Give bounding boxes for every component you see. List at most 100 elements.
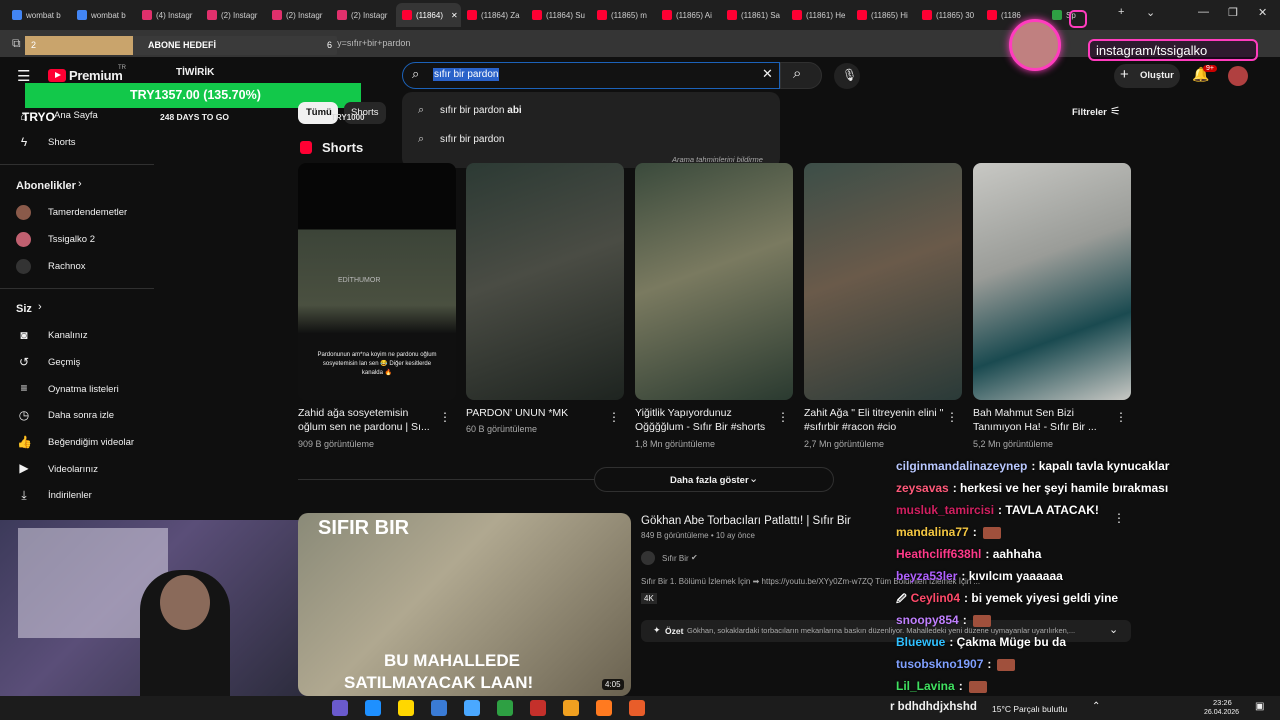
short-thumbnail[interactable] bbox=[466, 163, 624, 400]
restore-icon[interactable]: ❐ bbox=[1228, 6, 1238, 19]
notification-icon[interactable]: ▣ bbox=[1255, 701, 1264, 712]
weather-widget[interactable]: 15°C Parçalı bulutlu bbox=[992, 704, 1067, 714]
taskbar-app-icon[interactable] bbox=[398, 700, 414, 716]
more-options-icon[interactable]: ⋮ bbox=[439, 410, 451, 424]
channel-avatar bbox=[16, 205, 31, 220]
clock-time[interactable]: 23:26 bbox=[1213, 698, 1232, 707]
taskbar-app-icon[interactable] bbox=[596, 700, 612, 716]
channel-avatar[interactable] bbox=[641, 551, 655, 565]
your-videos-icon[interactable]: ▶ bbox=[17, 461, 31, 475]
browser-tab[interactable]: (2) Instagr bbox=[201, 3, 266, 27]
playlists-icon[interactable]: ≡ bbox=[17, 381, 31, 395]
close-window-icon[interactable]: ✕ bbox=[1258, 6, 1267, 19]
browser-tab[interactable]: (11861) He bbox=[786, 3, 851, 27]
filters-label[interactable]: Filtreler bbox=[1072, 107, 1107, 118]
downloads-icon[interactable]: ⤓ bbox=[17, 488, 31, 503]
you-heading[interactable]: Siz bbox=[16, 303, 32, 315]
browser-tab[interactable]: (11865) Ai bbox=[656, 3, 721, 27]
sidebar-item-history[interactable]: Geçmiş bbox=[48, 357, 80, 368]
short-thumbnail[interactable]: EDİTHUMOR Pardonunun am*na koyim ne pard… bbox=[298, 163, 456, 400]
browser-tab[interactable]: (11864) Su bbox=[526, 3, 591, 27]
browser-tab[interactable]: (11865) m bbox=[591, 3, 656, 27]
sidebar-item-downloads[interactable]: İndirilenler bbox=[48, 490, 92, 501]
taskbar-app-icon[interactable] bbox=[464, 700, 480, 716]
sidebar-item-watch-later[interactable]: Daha sonra izle bbox=[48, 410, 114, 421]
browser-tab[interactable]: (4) Instagr bbox=[136, 3, 201, 27]
browser-tab[interactable]: (11864) ✕ bbox=[396, 3, 461, 27]
tab-favicon-icon bbox=[337, 10, 347, 20]
taskbar-app-icon[interactable] bbox=[563, 700, 579, 716]
short-title[interactable]: PARDON' UNUN *MK bbox=[466, 406, 606, 420]
channel-avatar bbox=[16, 232, 31, 247]
youtube-logo-icon[interactable] bbox=[48, 69, 66, 82]
create-button[interactable]: + Oluştur bbox=[1114, 64, 1180, 88]
show-more-button[interactable]: Daha fazla göster ⌄ bbox=[594, 467, 834, 492]
chat-text: : bbox=[962, 613, 967, 627]
close-tab-icon[interactable]: ✕ bbox=[451, 11, 458, 20]
short-title[interactable]: Zahid ağa sosyetemisin oğlum sen ne pard… bbox=[298, 406, 438, 434]
sidebar-item-home[interactable]: Ana Sayfa bbox=[54, 110, 98, 121]
taskbar-app-icon[interactable] bbox=[530, 700, 546, 716]
short-thumbnail[interactable] bbox=[635, 163, 793, 400]
clock-date[interactable]: 26.04.2026 bbox=[1204, 709, 1239, 716]
short-title[interactable]: Yiğitlik Yapıyordunuz Oğğğğlum - Sıfır B… bbox=[635, 406, 775, 434]
sidebar-item-liked[interactable]: Beğendiğim videolar bbox=[48, 437, 134, 448]
browser-tab[interactable]: wombat b bbox=[71, 3, 136, 27]
tab-list-chevron-icon[interactable]: ⌄ bbox=[1146, 6, 1155, 19]
more-options-icon[interactable]: ⋮ bbox=[777, 410, 789, 424]
taskbar-app-icon[interactable] bbox=[431, 700, 447, 716]
new-tab-button[interactable]: + bbox=[1118, 6, 1124, 18]
watch-later-icon[interactable]: ◷ bbox=[17, 408, 31, 422]
tab-favicon-icon bbox=[662, 10, 672, 20]
sidebar-item-your-videos[interactable]: Videolarınız bbox=[48, 464, 98, 475]
taskbar-app-icon[interactable] bbox=[497, 700, 513, 716]
search-input[interactable]: sıfır bir pardon bbox=[433, 68, 500, 81]
taskbar-app-icon[interactable] bbox=[332, 700, 348, 716]
days-to-go: 248 DAYS TO GO bbox=[160, 112, 229, 122]
account-avatar[interactable] bbox=[1228, 66, 1248, 86]
channel-name[interactable]: Sıfır Bir bbox=[662, 554, 689, 563]
goal-count: 2 bbox=[31, 40, 37, 50]
sidebar-item-sub[interactable]: Tamerdendemetler bbox=[48, 207, 127, 218]
sidebar-item-shorts[interactable]: Shorts bbox=[48, 137, 75, 148]
video-thumbnail[interactable]: SIFIR BIR BU MAHALLEDE SATILMAYACAK LAAN… bbox=[298, 513, 631, 696]
suggestion-item[interactable]: sıfır bir pardon abi bbox=[440, 105, 522, 116]
subscriptions-heading[interactable]: Abonelikler bbox=[16, 180, 76, 192]
browser-tab[interactable]: (11861) Sa bbox=[721, 3, 786, 27]
browser-tab[interactable]: (11865) 30 bbox=[916, 3, 981, 27]
sidebar-item-sub[interactable]: Tssigalko 2 bbox=[48, 234, 95, 245]
voice-search-button[interactable]: 🎙 bbox=[834, 63, 860, 89]
channel-icon[interactable]: ◙ bbox=[17, 328, 31, 342]
browser-tab[interactable]: (2) Instagr bbox=[266, 3, 331, 27]
sidebar-item-channel[interactable]: Kanalınız bbox=[48, 330, 88, 341]
more-options-icon[interactable]: ⋮ bbox=[608, 410, 620, 424]
history-icon[interactable]: ↺ bbox=[17, 355, 31, 369]
sidebar-item-sub[interactable]: Rachnox bbox=[48, 261, 86, 272]
chat-username: Ceylin04 bbox=[910, 591, 961, 605]
filters-icon[interactable]: ⚟ bbox=[1110, 104, 1121, 118]
more-options-icon[interactable]: ⋮ bbox=[1113, 511, 1125, 525]
browser-tab[interactable]: (2) Instagr bbox=[331, 3, 396, 27]
sidebar-panel-icon[interactable]: ⧉ bbox=[12, 36, 21, 51]
browser-tab[interactable]: (11865) Hi bbox=[851, 3, 916, 27]
taskbar-app-icon[interactable] bbox=[365, 700, 381, 716]
browser-tab[interactable]: (11864) Za bbox=[461, 3, 526, 27]
more-options-icon[interactable]: ⋮ bbox=[946, 410, 958, 424]
home-icon[interactable]: ⌂ bbox=[17, 109, 31, 123]
clear-search-icon[interactable]: ✕ bbox=[762, 66, 773, 82]
browser-tab[interactable]: wombat b bbox=[6, 3, 71, 27]
video-title[interactable]: Gökhan Abe Torbacıları Patlattı! | Sıfır… bbox=[641, 515, 851, 527]
sidebar-item-playlists[interactable]: Oynatma listeleri bbox=[48, 384, 119, 395]
suggestion-item[interactable]: sıfır bir pardon bbox=[440, 134, 504, 145]
short-title[interactable]: Zahit Ağa " Eli titreyenin elini " #sıfı… bbox=[804, 406, 944, 434]
short-thumbnail[interactable] bbox=[973, 163, 1131, 400]
short-thumbnail[interactable] bbox=[804, 163, 962, 400]
taskbar-app-icon[interactable] bbox=[629, 700, 645, 716]
tab-favicon-icon bbox=[857, 10, 867, 20]
minimize-icon[interactable]: — bbox=[1198, 6, 1209, 18]
shorts-icon[interactable]: ϟ bbox=[17, 135, 31, 149]
tray-chevron-icon[interactable]: ⌃ bbox=[1092, 701, 1100, 712]
liked-icon[interactable]: 👍 bbox=[17, 435, 32, 449]
more-options-icon[interactable]: ⋮ bbox=[1115, 410, 1127, 424]
short-title[interactable]: Bah Mahmut Sen Bizi Tanımıyon Ha! - Sıfı… bbox=[973, 406, 1113, 434]
